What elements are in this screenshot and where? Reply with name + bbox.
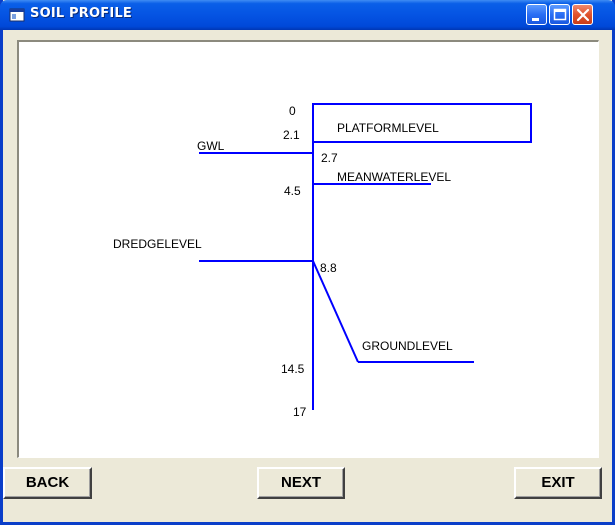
depth-label: 17 — [293, 405, 307, 419]
gwl-label: GWL — [197, 139, 225, 153]
window-title: SOIL PROFILE — [30, 6, 132, 21]
minimize-button[interactable] — [526, 4, 547, 25]
maximize-icon — [553, 8, 567, 21]
soil-profile-diagram: 0 2.1 2.7 4.5 8.8 14.5 17 PLATFORMLEVEL … — [113, 103, 532, 419]
depth-label: 8.8 — [320, 261, 337, 275]
close-icon — [576, 8, 590, 22]
title-bar[interactable]: SOIL PROFILE — [0, 0, 615, 30]
close-button[interactable] — [572, 4, 593, 25]
depth-label: 2.7 — [321, 151, 338, 165]
next-button[interactable]: NEXT — [257, 467, 345, 499]
exit-button[interactable]: EXIT — [514, 467, 602, 499]
back-button[interactable]: BACK — [3, 467, 92, 499]
meanwater-level-label: MEANWATERLEVEL — [337, 170, 451, 184]
depth-label: 2.1 — [283, 128, 300, 142]
soil-profile-window: SOIL PROFILE 0 2.1 2.7 4.5 8.8 14.5 17 P… — [0, 0, 615, 525]
depth-label: 4.5 — [284, 184, 301, 198]
window-app-icon — [9, 8, 25, 22]
soil-profile-canvas: 0 2.1 2.7 4.5 8.8 14.5 17 PLATFORMLEVEL … — [17, 40, 599, 458]
minimize-icon — [532, 18, 539, 21]
depth-label: 14.5 — [281, 362, 305, 376]
depth-label: 0 — [289, 104, 296, 118]
dredge-level-label: DREDGELEVEL — [113, 237, 202, 251]
platform-level-label: PLATFORMLEVEL — [337, 121, 439, 135]
maximize-button[interactable] — [549, 4, 570, 25]
ground-level-label: GROUNDLEVEL — [362, 339, 453, 353]
ground-slope-line — [312, 260, 359, 363]
